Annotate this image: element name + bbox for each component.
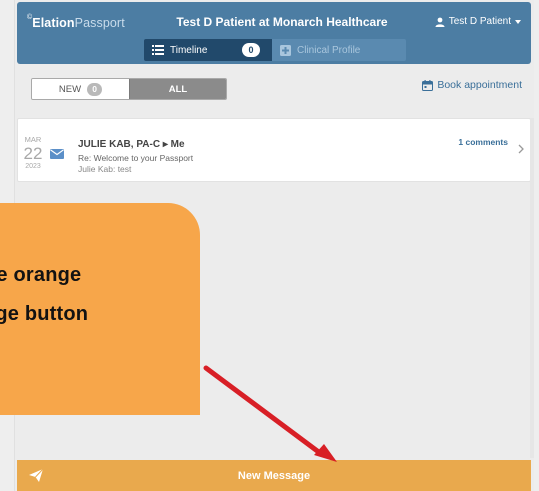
top-header: ©ElationPassport Test D Patient at Monar… xyxy=(17,2,531,64)
tab-clinical-profile[interactable]: Clinical Profile xyxy=(272,39,406,61)
message-month: MAR xyxy=(24,135,42,144)
new-message-button[interactable]: New Message xyxy=(17,460,531,491)
filter-new-label: NEW xyxy=(58,83,82,95)
book-appointment-label: Book appointment xyxy=(437,79,522,91)
message-year: 2023 xyxy=(25,163,41,170)
filter-new-button[interactable]: NEW 0 xyxy=(32,79,129,99)
timeline-count-badge: 0 xyxy=(242,43,260,57)
tab-timeline-label: Timeline xyxy=(170,44,208,56)
book-appointment-link[interactable]: Book appointment xyxy=(422,79,522,91)
tab-clinical-label: Clinical Profile xyxy=(297,44,361,56)
brand-logo[interactable]: ©ElationPassport xyxy=(27,14,125,30)
send-icon xyxy=(29,469,43,482)
message-sender: JULIE KAB, PA-C ▸ Me xyxy=(78,139,185,150)
calendar-icon xyxy=(422,79,434,91)
plus-square-icon xyxy=(280,44,291,56)
new-count-badge: 0 xyxy=(87,82,103,96)
filter-all-label: ALL xyxy=(168,83,188,95)
message-date: MAR 22 2023 xyxy=(22,135,44,170)
new-message-label: New Message xyxy=(237,469,311,482)
chevron-right-icon[interactable] xyxy=(518,144,524,154)
message-preview: Julie Kab: test xyxy=(78,164,132,174)
message-item[interactable]: MAR 22 2023 JULIE KAB, PA-C ▸ Me Re: Wel… xyxy=(17,118,531,182)
filter-all-button[interactable]: ALL xyxy=(129,79,226,99)
user-icon xyxy=(435,17,445,27)
message-day: 22 xyxy=(23,144,43,163)
list-icon xyxy=(152,45,164,55)
callout-text: he orange age button xyxy=(0,264,89,325)
message-filter: NEW 0 ALL xyxy=(31,78,227,100)
nav-tabs: Timeline 0 Clinical Profile xyxy=(144,39,406,61)
comments-count[interactable]: 1 comments xyxy=(458,137,508,147)
mail-icon xyxy=(50,149,64,159)
user-menu[interactable]: Test D Patient xyxy=(435,16,521,27)
tab-timeline[interactable]: Timeline 0 xyxy=(144,39,272,61)
user-name: Test D Patient xyxy=(448,16,511,27)
message-subject: Re: Welcome to your Passport xyxy=(78,153,194,163)
practice-title: Test D Patient at Monarch Healthcare xyxy=(176,15,388,29)
scrollbar[interactable] xyxy=(530,118,534,458)
caret-down-icon xyxy=(515,19,521,24)
instruction-callout: he orange age button xyxy=(0,203,200,415)
